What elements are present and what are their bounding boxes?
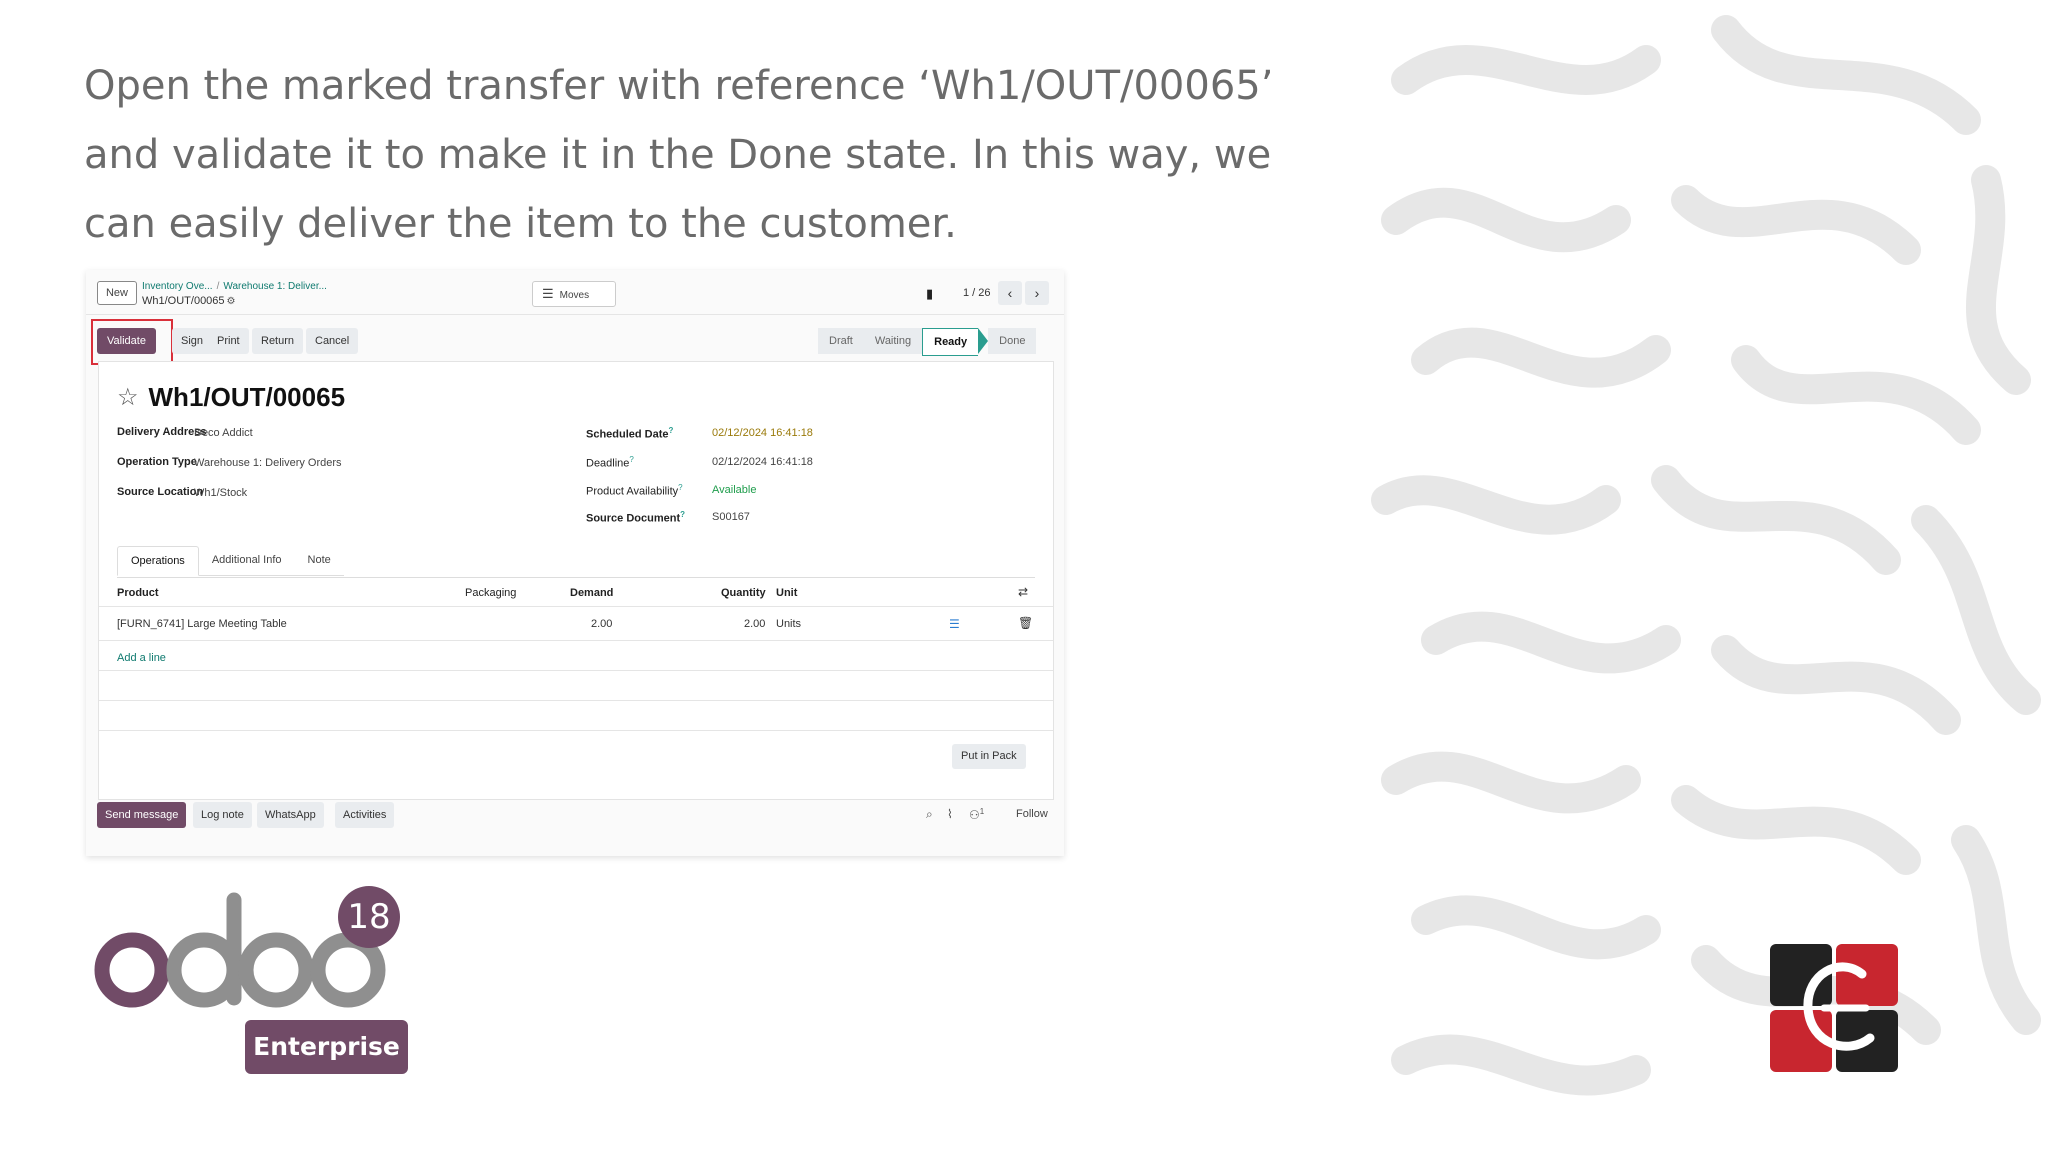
source-document-field[interactable]: S00167: [712, 511, 750, 523]
pager-previous-button[interactable]: ‹: [998, 281, 1022, 305]
header-divider: [99, 606, 1053, 607]
help-icon[interactable]: ?: [678, 483, 682, 492]
new-button[interactable]: New: [97, 281, 137, 305]
title-row: ☆ Wh1/OUT/00065: [117, 382, 345, 413]
help-icon[interactable]: ?: [680, 510, 685, 519]
gear-icon[interactable]: ⚙: [227, 296, 236, 307]
row-divider: [99, 670, 1053, 671]
delivery-address-field[interactable]: Deco Addict: [194, 427, 253, 439]
product-availability-label: Product Availability?: [586, 483, 683, 498]
stage-done[interactable]: Done: [988, 328, 1037, 354]
column-settings-icon[interactable]: ⇄: [1018, 585, 1028, 599]
column-packaging[interactable]: Packaging: [465, 587, 516, 599]
slide-instruction: Open the marked transfer with reference …: [84, 63, 1274, 247]
tab-note[interactable]: Note: [294, 546, 344, 576]
follower-icon[interactable]: ⚇1: [969, 807, 984, 822]
add-line-link[interactable]: Add a line: [117, 652, 166, 664]
pager-next-button[interactable]: ›: [1025, 281, 1049, 305]
moves-label: Moves: [559, 290, 590, 301]
tab-additional-info[interactable]: Additional Info: [198, 546, 295, 576]
product-availability-label-text: Product Availability: [586, 485, 679, 498]
activities-button[interactable]: Activities: [335, 802, 395, 828]
version-badge: 18: [338, 886, 400, 948]
decorative-pattern: [1366, 0, 2048, 1152]
star-icon[interactable]: ☆: [117, 383, 139, 412]
moves-button[interactable]: ☰ Moves: [532, 281, 616, 307]
current-record-ref: Wh1/OUT/00065: [142, 295, 225, 307]
help-icon[interactable]: ?: [669, 426, 674, 435]
bookmark-icon[interactable]: ▮: [926, 286, 933, 302]
whatsapp-button[interactable]: WhatsApp: [257, 802, 324, 828]
search-icon[interactable]: ⌕: [926, 807, 933, 822]
deadline-label: Deadline?: [586, 455, 634, 470]
trash-icon[interactable]: 🗑: [1018, 616, 1033, 630]
cancel-button[interactable]: Cancel: [306, 328, 359, 354]
chevron-left-icon: ‹: [1007, 285, 1013, 301]
operation-type-field[interactable]: Warehouse 1: Delivery Orders: [194, 457, 342, 469]
sign-button[interactable]: Sign: [172, 328, 213, 354]
breadcrumb-inventory[interactable]: Inventory Ove...: [142, 281, 213, 292]
detailed-operations-icon[interactable]: ☰: [949, 617, 960, 631]
breadcrumb-warehouse[interactable]: Warehouse 1: Deliver...: [223, 281, 327, 292]
tabs-divider: [117, 577, 1035, 578]
source-document-label-text: Source Document: [586, 512, 681, 525]
column-product[interactable]: Product: [117, 587, 159, 599]
corner-logo: [1770, 944, 1898, 1072]
row-divider: [99, 730, 1053, 731]
row-divider: [99, 700, 1053, 701]
follower-count: 1: [979, 807, 985, 816]
column-quantity[interactable]: Quantity: [721, 587, 766, 599]
breadcrumb: Inventory Ove... / Warehouse 1: Deliver...: [142, 281, 327, 292]
scheduled-date-label: Scheduled Date?: [586, 426, 673, 441]
return-button[interactable]: Return: [252, 328, 304, 354]
row-quantity[interactable]: 2.00: [744, 618, 765, 630]
deadline-label-text: Deadline: [586, 457, 630, 470]
column-demand[interactable]: Demand: [570, 587, 613, 599]
source-location-label: Source Location: [117, 486, 204, 498]
form-sheet: ☆ Wh1/OUT/00065 Delivery Address Deco Ad…: [98, 361, 1054, 800]
stage-ready[interactable]: Ready: [922, 328, 979, 356]
follow-button[interactable]: Follow: [1016, 808, 1048, 820]
paperclip-icon[interactable]: ⌇: [947, 807, 953, 821]
operation-type-label: Operation Type: [117, 456, 197, 468]
help-icon[interactable]: ?: [629, 455, 633, 464]
scheduled-date-label-text: Scheduled Date: [586, 428, 669, 441]
deadline-field[interactable]: 02/12/2024 16:41:18: [712, 456, 813, 468]
breadcrumb-separator: /: [216, 281, 220, 292]
statusbar: Draft Waiting Ready Done: [818, 328, 1037, 356]
log-note-button[interactable]: Log note: [193, 802, 252, 828]
source-document-label: Source Document?: [586, 510, 685, 525]
validate-highlight: [91, 319, 173, 365]
stage-waiting[interactable]: Waiting: [863, 328, 923, 354]
chevron-right-icon: ›: [1034, 285, 1040, 301]
menu-icon: ☰: [542, 286, 554, 301]
pager-value[interactable]: 1 / 26: [963, 287, 991, 299]
odoo-screenshot: New Inventory Ove... / Warehouse 1: Delive…: [86, 270, 1064, 856]
stage-draft[interactable]: Draft: [818, 328, 864, 354]
row-unit[interactable]: Units: [776, 618, 801, 630]
put-in-pack-button[interactable]: Put in Pack: [952, 744, 1026, 769]
print-button[interactable]: Print: [208, 328, 249, 354]
product-availability-field: Available: [712, 484, 757, 496]
record-title: Wh1/OUT/00065: [148, 382, 346, 412]
row-demand[interactable]: 2.00: [591, 618, 612, 630]
column-unit[interactable]: Unit: [776, 587, 797, 599]
row-divider: [99, 640, 1053, 641]
row-product[interactable]: [FURN_6741] Large Meeting Table: [117, 618, 287, 630]
breadcrumb-current: Wh1/OUT/00065 ⚙: [142, 295, 236, 307]
tab-operations[interactable]: Operations: [117, 546, 199, 576]
notebook-tabs: Operations Additional Info Note: [117, 546, 344, 576]
control-panel-divider: [86, 314, 1064, 315]
scheduled-date-field[interactable]: 02/12/2024 16:41:18: [712, 427, 813, 439]
stage-arrow: [978, 328, 989, 354]
source-location-field[interactable]: Wh1/Stock: [194, 487, 247, 499]
edition-badge: Enterprise: [245, 1020, 408, 1074]
send-message-button[interactable]: Send message: [97, 802, 187, 828]
